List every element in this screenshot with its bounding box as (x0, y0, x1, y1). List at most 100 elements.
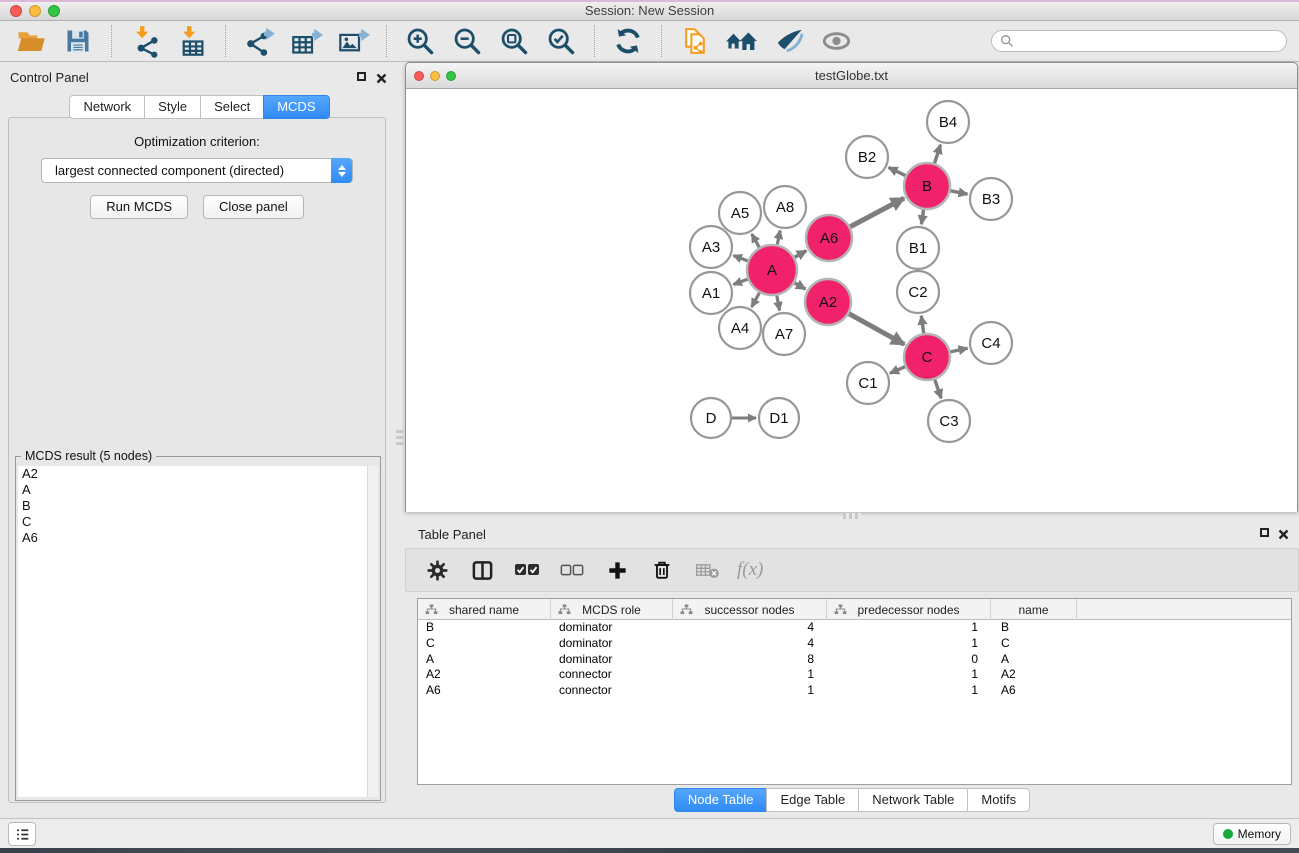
table-body: Bdominator41BCdominator41CAdominator80AA… (418, 620, 1291, 699)
delete-table-icon[interactable] (692, 555, 722, 585)
memory-button[interactable]: Memory (1213, 823, 1291, 845)
tab-network[interactable]: Network (69, 95, 145, 119)
node-label-A2: A2 (819, 294, 837, 311)
zoom-window-button[interactable] (48, 5, 60, 17)
edge-A6-B[interactable] (850, 198, 904, 227)
result-item[interactable]: B (18, 498, 378, 514)
node-label-D1: D1 (769, 410, 788, 427)
result-item[interactable]: C (18, 514, 378, 530)
function-builder-icon[interactable]: f(x) (737, 559, 763, 581)
export-network-icon[interactable] (240, 23, 278, 59)
close-panel-icon[interactable] (376, 71, 387, 82)
refresh-layout-icon[interactable] (609, 23, 647, 59)
zoom-fit-icon[interactable] (495, 23, 533, 59)
tab-style[interactable]: Style (144, 95, 201, 119)
column-header-successor-nodes[interactable]: successor nodes (673, 599, 827, 620)
cell: A (991, 652, 1077, 668)
cell: 1 (673, 683, 827, 699)
show-columns-icon[interactable] (467, 555, 497, 585)
mcds-result-list[interactable]: A2ABCA6 (18, 466, 378, 797)
table-row[interactable]: A2connector11A2 (418, 667, 1291, 683)
edge-A-A4[interactable] (752, 293, 760, 307)
table-row[interactable]: Cdominator41C (418, 636, 1291, 652)
tab-motifs[interactable]: Motifs (967, 788, 1030, 812)
network-window-titlebar[interactable]: testGlobe.txt (406, 63, 1297, 89)
toolbar-separator (661, 25, 662, 57)
tab-edge-table[interactable]: Edge Table (766, 788, 859, 812)
tab-select[interactable]: Select (200, 95, 264, 119)
save-session-icon[interactable] (59, 23, 97, 59)
close-table-panel-icon[interactable] (1278, 527, 1289, 538)
export-image-icon[interactable] (334, 23, 372, 59)
import-table-icon[interactable] (173, 23, 211, 59)
import-network-icon[interactable] (126, 23, 164, 59)
edge-C-C1[interactable] (890, 367, 905, 374)
edge-A-A5[interactable] (752, 234, 760, 247)
edge-B-B4[interactable] (934, 145, 940, 163)
float-panel-icon[interactable] (357, 72, 366, 81)
edge-A-A3[interactable] (733, 255, 747, 260)
minimize-window-button[interactable] (29, 5, 41, 17)
cell: 8 (673, 652, 827, 668)
column-header-predecessor-nodes[interactable]: predecessor nodes (827, 599, 991, 620)
table-row[interactable]: Bdominator41B (418, 620, 1291, 636)
float-table-panel-icon[interactable] (1260, 528, 1269, 537)
edge-A-A2[interactable] (795, 283, 806, 289)
edge-A-A8[interactable] (777, 231, 780, 245)
close-network-button[interactable] (414, 71, 424, 81)
select-all-icon[interactable] (512, 555, 542, 585)
edge-A-A6[interactable] (795, 251, 807, 258)
zoom-network-button[interactable] (446, 71, 456, 81)
run-mcds-button[interactable]: Run MCDS (90, 195, 188, 219)
optimization-criterion-select[interactable]: largest connected component (directed) (41, 158, 353, 183)
node-label-A5: A5 (731, 205, 749, 222)
dropdown-stepper-icon[interactable] (331, 158, 352, 183)
open-session-icon[interactable] (12, 23, 50, 59)
new-network-from-selection-icon[interactable] (676, 23, 714, 59)
tab-network-table[interactable]: Network Table (858, 788, 968, 812)
zoom-in-icon[interactable] (401, 23, 439, 59)
export-table-icon[interactable] (287, 23, 325, 59)
column-header-name[interactable]: name (991, 599, 1077, 620)
table-settings-gear-icon[interactable] (422, 555, 452, 585)
add-column-plus-icon[interactable] (602, 555, 632, 585)
home-icon[interactable] (723, 23, 761, 59)
edge-A-A1[interactable] (733, 279, 747, 284)
result-item[interactable]: A6 (18, 530, 378, 546)
deselect-all-icon[interactable] (557, 555, 587, 585)
table-row[interactable]: Adominator80A (418, 652, 1291, 668)
hierarchy-icon (680, 604, 693, 615)
result-item[interactable]: A2 (18, 466, 378, 482)
tab-node-table[interactable]: Node Table (674, 788, 768, 812)
node-label-C: C (922, 349, 933, 366)
table-row[interactable]: A6connector11A6 (418, 683, 1291, 699)
result-scrollbar[interactable] (367, 466, 378, 797)
column-header-MCDS-role[interactable]: MCDS role (551, 599, 673, 620)
minimize-network-button[interactable] (430, 71, 440, 81)
cell: 4 (673, 636, 827, 652)
delete-columns-trash-icon[interactable] (647, 555, 677, 585)
network-canvas[interactable]: B4B2BB3A5A8A6A3AB1A1C2A2A4A7CC4C1C3DD1 (406, 90, 1297, 512)
horizontal-splitter-grip[interactable] (843, 513, 861, 519)
console-button[interactable] (8, 822, 36, 846)
edge-C-C4[interactable] (950, 348, 967, 352)
edge-A2-C[interactable] (849, 314, 904, 345)
search-input[interactable] (1019, 32, 1286, 50)
edge-B-B2[interactable] (889, 167, 906, 175)
edge-B-B1[interactable] (921, 210, 923, 224)
edge-C-C2[interactable] (921, 316, 923, 333)
show-hide-eye-icon[interactable] (817, 23, 855, 59)
zoom-out-icon[interactable] (448, 23, 486, 59)
result-item[interactable]: A (18, 482, 378, 498)
vertical-splitter-grip[interactable] (396, 430, 403, 448)
edge-C-C3[interactable] (935, 380, 941, 399)
zoom-selected-icon[interactable] (542, 23, 580, 59)
tab-mcds[interactable]: MCDS (263, 95, 329, 119)
column-header-shared-name[interactable]: shared name (418, 599, 551, 620)
toggle-graphics-details-icon[interactable] (770, 23, 808, 59)
network-graph[interactable]: B4B2BB3A5A8A6A3AB1A1C2A2A4A7CC4C1C3DD1 (406, 90, 1297, 512)
close-window-button[interactable] (10, 5, 22, 17)
edge-A-A7[interactable] (777, 296, 780, 311)
close-panel-button[interactable]: Close panel (203, 195, 304, 219)
edge-B-B3[interactable] (951, 191, 968, 194)
